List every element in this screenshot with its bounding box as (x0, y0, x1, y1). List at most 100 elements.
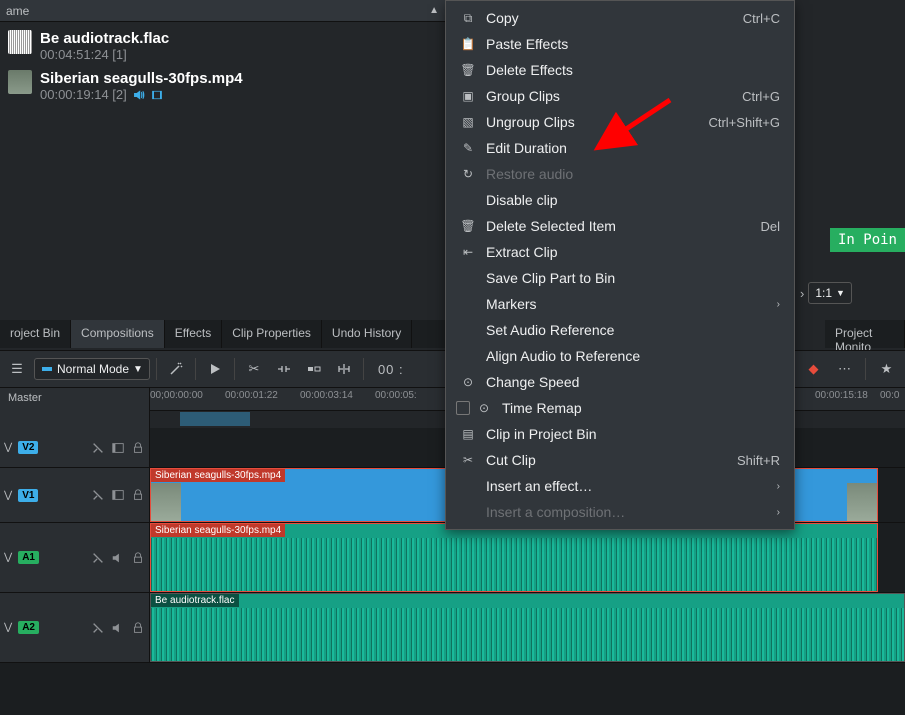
menu-delete-effects[interactable]: 🗑Delete Effects (446, 57, 794, 83)
clip-label: Siberian seagulls-30fps.mp4 (151, 524, 285, 537)
bin-item-audio[interactable]: Be audiotrack.flac 00:04:51:24 [1] (0, 26, 445, 66)
overwrite-icon[interactable] (301, 356, 327, 382)
scissors-icon: ✂ (460, 452, 476, 468)
lock-icon[interactable] (131, 488, 145, 502)
expand-icon[interactable]: ⋁ (4, 552, 12, 563)
menu-clip-in-bin[interactable]: ▤Clip in Project Bin (446, 421, 794, 447)
tab-undo-history[interactable]: Undo History (322, 320, 412, 348)
ruler-tick: 00:00:05: (375, 390, 417, 401)
menu-change-speed[interactable]: ⊙Change Speed (446, 369, 794, 395)
mute-icon[interactable] (111, 621, 125, 635)
bin-item-video[interactable]: Siberian seagulls-30fps.mp4 00:00:19:14 … (0, 66, 445, 106)
audio-thumbnail-icon (8, 30, 32, 54)
timecode-display[interactable]: 00 : (378, 362, 404, 377)
master-label: Master (0, 388, 149, 408)
separator (195, 358, 196, 380)
fx-icon[interactable] (91, 551, 105, 565)
collapse-icon[interactable]: ▲ (429, 5, 439, 16)
expand-icon[interactable]: ⋁ (4, 622, 12, 633)
track-tag: V2 (18, 441, 38, 454)
wand-icon[interactable] (163, 356, 189, 382)
ruler-tick: 00:00:03:14 (300, 390, 353, 401)
mute-icon[interactable] (111, 551, 125, 565)
tab-clip-properties[interactable]: Clip Properties (222, 320, 322, 348)
tab-compositions[interactable]: Compositions (71, 320, 165, 348)
edit-mode-select[interactable]: Normal Mode ▼ (34, 358, 150, 380)
menu-insert-effect[interactable]: Insert an effect…› (446, 473, 794, 499)
zone-selection[interactable] (180, 412, 250, 426)
bin-item-meta: 00:00:19:14 [2] (40, 87, 243, 102)
annotation-arrow-icon (590, 90, 680, 160)
separator (234, 358, 235, 380)
bin-item-name: Siberian seagulls-30fps.mp4 (40, 70, 243, 87)
fx-icon[interactable] (91, 441, 105, 455)
expand-icon[interactable]: ⋁ (4, 490, 12, 501)
menu-save-clip-part[interactable]: Save Clip Part to Bin (446, 265, 794, 291)
marker2-icon[interactable]: ⋯ (832, 356, 857, 382)
blank-icon (460, 504, 476, 520)
zoom-select[interactable]: 1:1 ▼ (808, 282, 852, 304)
tab-effects[interactable]: Effects (165, 320, 222, 348)
chevron-down-icon: ▼ (836, 288, 845, 298)
tab-project-bin[interactable]: roject Bin (0, 320, 71, 348)
video-thumbnail-icon (8, 70, 32, 94)
menu-time-remap[interactable]: ⊙Time Remap (446, 395, 794, 421)
bin-item-name: Be audiotrack.flac (40, 30, 169, 47)
checkbox-icon[interactable] (456, 401, 470, 415)
marker-icon[interactable]: ◆ (801, 356, 826, 382)
menu-paste-effects[interactable]: 📋Paste Effects (446, 31, 794, 57)
project-bin: ame ▲ Be audiotrack.flac 00:04:51:24 [1]… (0, 0, 445, 320)
menu-disable-clip[interactable]: Disable clip (446, 187, 794, 213)
menu-markers[interactable]: Markers› (446, 291, 794, 317)
hide-icon[interactable] (111, 441, 125, 455)
ruler-tick: 00;00:00:00 (150, 390, 203, 401)
insert-icon[interactable] (331, 356, 357, 382)
speed-icon: ⊙ (460, 374, 476, 390)
lock-icon[interactable] (131, 551, 145, 565)
lock-icon[interactable] (131, 441, 145, 455)
menu-icon[interactable]: ☰ (4, 356, 30, 382)
track-body-a2[interactable]: Be audiotrack.flac (150, 593, 905, 662)
audio-clip[interactable]: Be audiotrack.flac (150, 593, 905, 662)
menu-delete-selected[interactable]: 🗑Delete Selected ItemDel (446, 213, 794, 239)
track-body-a1[interactable]: Siberian seagulls-30fps.mp4 (150, 523, 905, 592)
group-icon: ▣ (460, 88, 476, 104)
chevron-down-icon: ▼ (133, 364, 143, 375)
copy-icon: ⧉ (460, 10, 476, 26)
monitor-panel (795, 0, 905, 320)
scissors-icon[interactable]: ✂ (241, 356, 267, 382)
menu-insert-composition: Insert a composition…› (446, 499, 794, 525)
favorite-icon[interactable]: ★ (874, 356, 899, 382)
hide-icon[interactable] (111, 488, 125, 502)
fx-icon[interactable] (91, 621, 105, 635)
menu-set-audio-ref[interactable]: Set Audio Reference (446, 317, 794, 343)
track-head-a2[interactable]: ⋁ A2 (0, 593, 150, 662)
edit-icon: ✎ (460, 140, 476, 156)
track-tag: A2 (18, 621, 39, 634)
track-head-v1[interactable]: ⋁ V1 (0, 468, 150, 522)
chevron-right-icon[interactable]: › (800, 286, 804, 301)
menu-copy[interactable]: ⧉CopyCtrl+C (446, 5, 794, 31)
audio-clip[interactable]: Siberian seagulls-30fps.mp4 (150, 523, 878, 592)
track-head-v2[interactable]: ⋁ V2 (0, 428, 150, 467)
track-tag: A1 (18, 551, 39, 564)
track-tag: V1 (18, 489, 38, 502)
menu-extract-clip[interactable]: ⇤Extract Clip (446, 239, 794, 265)
expand-icon[interactable]: ⋁ (4, 442, 12, 453)
lock-icon[interactable] (131, 621, 145, 635)
clip-context-menu: ⧉CopyCtrl+C 📋Paste Effects 🗑Delete Effec… (445, 0, 795, 530)
play-icon[interactable] (202, 356, 228, 382)
menu-align-audio[interactable]: Align Audio to Reference (446, 343, 794, 369)
spacer-icon[interactable] (271, 356, 297, 382)
monitor-tools: › 1:1 ▼ (800, 282, 905, 304)
bin-header-label: ame (6, 4, 29, 18)
blank-icon (460, 296, 476, 312)
remap-icon: ⊙ (476, 400, 492, 416)
menu-cut-clip[interactable]: ✂Cut ClipShift+R (446, 447, 794, 473)
tab-project-monitor[interactable]: Project Monito (825, 320, 905, 348)
fx-icon[interactable] (91, 488, 105, 502)
track-head-a1[interactable]: ⋁ A1 (0, 523, 150, 592)
in-point-badge: In Poin (830, 228, 905, 252)
clip-thumb-icon (151, 483, 181, 521)
waveform-icon (151, 608, 904, 661)
